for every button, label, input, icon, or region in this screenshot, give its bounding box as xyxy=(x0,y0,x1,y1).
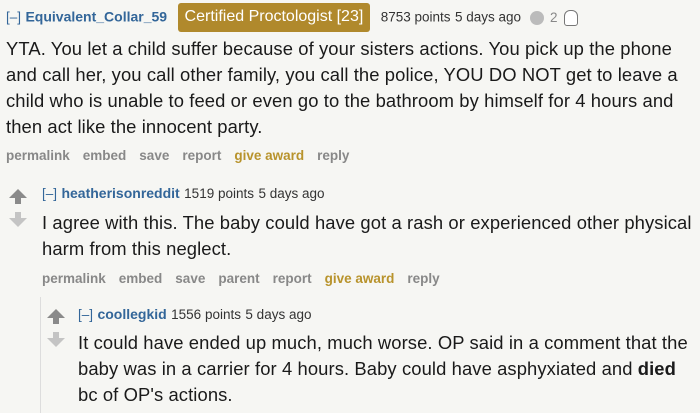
comment-body: YTA. You let a child suffer because of y… xyxy=(6,38,678,137)
score: 8753 points xyxy=(380,9,451,25)
comment-actions: permalink embed save parent report give award… xyxy=(42,271,692,286)
upvote-icon[interactable] xyxy=(9,189,27,204)
score: 1556 points xyxy=(171,307,241,322)
report-link[interactable]: report xyxy=(182,148,221,163)
comment-body: I agree with this. The baby could have g… xyxy=(42,212,692,259)
author-link[interactable]: coollegkid xyxy=(97,306,166,322)
report-link[interactable]: report xyxy=(273,271,312,286)
save-link[interactable]: save xyxy=(175,271,205,286)
award-count: 2 xyxy=(549,9,558,25)
comment-actions: permalink embed save report give award reply xyxy=(6,148,696,163)
comment-nested-reply: [–] coollegkid 1556 points 5 days ago It… xyxy=(78,303,696,408)
author-link[interactable]: heatherisonreddit xyxy=(61,185,179,201)
downvote-icon[interactable] xyxy=(47,332,65,347)
comment-reply: [–] heatherisonreddit 1519 points 5 days… xyxy=(42,182,692,286)
embed-link[interactable]: embed xyxy=(119,271,163,286)
upvote-icon[interactable] xyxy=(47,309,65,324)
award-icon[interactable] xyxy=(563,9,578,26)
comment-top-level: [–] Equivalent_Collar_59 Certified Proct… xyxy=(6,3,696,163)
author-link[interactable]: Equivalent_Collar_59 xyxy=(25,9,167,25)
comment-header: [–] coollegkid 1556 points 5 days ago xyxy=(78,303,696,325)
comment-header: [–] heatherisonreddit 1519 points 5 days… xyxy=(42,182,692,204)
downvote-icon[interactable] xyxy=(9,212,27,227)
permalink-link[interactable]: permalink xyxy=(42,271,106,286)
award-icon[interactable] xyxy=(529,10,544,25)
collapse-toggle[interactable]: [–] xyxy=(6,10,21,25)
vote-arrows xyxy=(47,309,65,347)
timestamp[interactable]: 5 days ago xyxy=(258,186,324,201)
comment-body: It could have ended up much, much worse.… xyxy=(78,330,696,408)
permalink-link[interactable]: permalink xyxy=(6,148,70,163)
thread-line xyxy=(40,297,41,413)
user-flair: Certified Proctologist [23] xyxy=(177,3,371,32)
reply-link[interactable]: reply xyxy=(407,271,439,286)
reply-link[interactable]: reply xyxy=(317,148,349,163)
give-award-link[interactable]: give award xyxy=(234,148,304,163)
comment-header: [–] Equivalent_Collar_59 Certified Proct… xyxy=(6,3,696,32)
timestamp[interactable]: 5 days ago xyxy=(245,307,311,322)
body-bold-text: died xyxy=(637,358,676,379)
save-link[interactable]: save xyxy=(139,148,169,163)
timestamp[interactable]: 5 days ago xyxy=(455,10,521,25)
give-award-link[interactable]: give award xyxy=(325,271,395,286)
vote-arrows xyxy=(9,189,27,227)
score: 1519 points xyxy=(184,186,254,201)
collapse-toggle[interactable]: [–] xyxy=(42,186,57,201)
body-text-segment: bc of OP's actions. xyxy=(78,384,233,405)
body-text-segment: It could have ended up much, much worse.… xyxy=(78,332,688,379)
collapse-toggle[interactable]: [–] xyxy=(78,307,93,322)
parent-link[interactable]: parent xyxy=(218,271,259,286)
embed-link[interactable]: embed xyxy=(83,148,127,163)
